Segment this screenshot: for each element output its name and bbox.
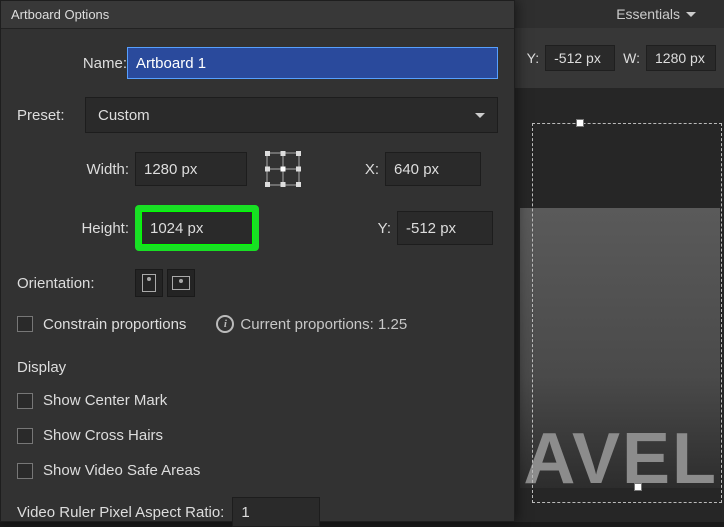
show-video-safe-areas-checkbox[interactable] xyxy=(17,463,33,479)
name-label: Name: xyxy=(17,55,127,72)
x-label: X: xyxy=(349,161,385,178)
x-input[interactable] xyxy=(385,152,481,186)
show-video-safe-areas-label: Show Video Safe Areas xyxy=(43,462,200,479)
name-input[interactable] xyxy=(127,47,498,79)
height-label: Height: xyxy=(17,220,135,237)
show-cross-hairs-label: Show Cross Hairs xyxy=(43,427,163,444)
show-center-mark-label: Show Center Mark xyxy=(43,392,167,409)
workspace-label: Essentials xyxy=(616,6,680,22)
preset-value: Custom xyxy=(98,107,150,124)
width-input[interactable] xyxy=(135,152,247,186)
landscape-icon xyxy=(172,276,190,290)
height-highlight xyxy=(135,205,259,251)
portrait-icon xyxy=(142,274,156,292)
selection-handle-top[interactable] xyxy=(576,119,584,127)
display-section-title: Display xyxy=(17,359,498,376)
prop-y-value[interactable]: -512 px xyxy=(545,45,615,71)
prop-w-label: W: xyxy=(623,50,640,66)
show-center-mark-checkbox[interactable] xyxy=(17,393,33,409)
orientation-portrait-button[interactable] xyxy=(135,269,163,297)
current-proportions-label: Current proportions: 1.25 xyxy=(240,316,407,333)
chevron-down-icon xyxy=(475,113,485,118)
orientation-label: Orientation: xyxy=(17,275,135,292)
prop-w-value[interactable]: 1280 px xyxy=(646,45,716,71)
constrain-proportions-label: Constrain proportions xyxy=(43,316,186,333)
video-ruler-input[interactable] xyxy=(232,497,320,527)
orientation-landscape-button[interactable] xyxy=(167,269,195,297)
artboard-options-dialog: Artboard Options Name: Preset: Custom Wi… xyxy=(0,0,515,522)
show-cross-hairs-checkbox[interactable] xyxy=(17,428,33,444)
video-ruler-label: Video Ruler Pixel Aspect Ratio: xyxy=(17,504,224,521)
height-input[interactable] xyxy=(141,211,253,245)
prop-y-label: Y: xyxy=(527,50,539,66)
selection-handle-bottom[interactable] xyxy=(634,483,642,491)
constrain-proportions-checkbox[interactable] xyxy=(17,316,33,332)
chevron-down-icon xyxy=(686,12,696,17)
preset-label: Preset: xyxy=(17,107,85,124)
width-label: Width: xyxy=(17,161,135,178)
y-input[interactable] xyxy=(397,211,493,245)
selection-marquee xyxy=(532,123,722,503)
reference-point-grid[interactable] xyxy=(265,151,301,187)
workspace-dropdown[interactable]: Essentials xyxy=(616,6,696,22)
y-label: Y: xyxy=(361,220,397,237)
info-icon: i xyxy=(216,315,234,333)
dialog-title: Artboard Options xyxy=(1,1,514,29)
preset-select[interactable]: Custom xyxy=(85,97,498,133)
